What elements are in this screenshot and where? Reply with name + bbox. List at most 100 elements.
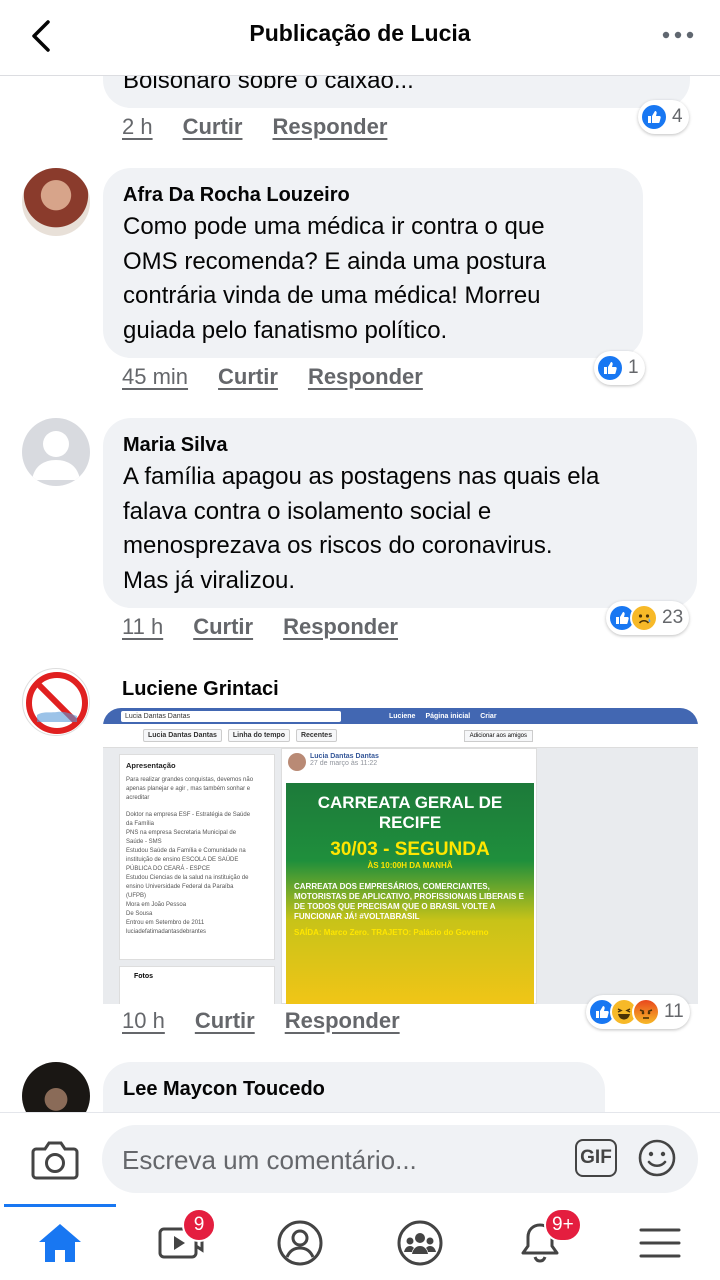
intro-line: Saúde - SMS [126, 839, 162, 845]
comment-line: menosprezava os riscos do coronavirus. [123, 532, 553, 559]
like-button[interactable]: Curtir [193, 614, 253, 640]
comment-time[interactable]: 2 h [122, 114, 153, 140]
groups-icon[interactable] [395, 1218, 445, 1268]
reaction-count: 4 [672, 106, 683, 127]
intro-line: ensino Universidade Federal da Paraíba [126, 884, 234, 890]
reply-button[interactable]: Responder [285, 1008, 400, 1034]
intro-line: da Família [126, 821, 155, 827]
comment-bubble[interactable]: Maria Silva A família apagou as postagen… [103, 418, 697, 608]
fb-tab: Lucia Dantas Dantas [143, 729, 222, 742]
reactions-summary[interactable]: 4 [638, 100, 689, 134]
fb-photos-card: Fotos [119, 966, 275, 1004]
more-options-icon[interactable] [658, 20, 698, 50]
avatar[interactable] [22, 168, 90, 236]
home-icon[interactable] [35, 1218, 85, 1268]
comment-time[interactable]: 11 h [122, 614, 163, 640]
poster-exit: SAÍDA: Marco Zero. TRAJETO: Palácio do G… [294, 928, 489, 937]
like-button[interactable]: Curtir [195, 1008, 255, 1034]
profile-icon[interactable] [275, 1218, 325, 1268]
bottom-tab-bar: 9 9+ [0, 1204, 720, 1280]
comment-line: falava contra o isolamento social e [123, 497, 492, 525]
intro-line: luciadefatimadantasdebrantes [126, 929, 207, 935]
poster-body: CARREATA DOS EMPRESÁRIOS, COMERCIANTES, … [294, 882, 524, 921]
prohibited-sign-icon [26, 672, 88, 734]
intro-line: Estudou Ciencias de la salud na institui… [126, 875, 249, 881]
like-button[interactable]: Curtir [183, 114, 243, 140]
gif-button[interactable]: GIF [575, 1139, 617, 1177]
active-tab-indicator [4, 1204, 116, 1207]
fb-top-bar: Lucia Dantas Dantas Luciene Página inici… [103, 708, 698, 724]
camera-icon[interactable] [30, 1137, 80, 1183]
avatar[interactable] [22, 1062, 90, 1112]
intro-line: Para realizar grandes conquistas, devemo… [126, 777, 254, 783]
comment-author[interactable]: Maria Silva [123, 434, 228, 457]
comment-bubble[interactable]: Bolsonaro sobre o caixão... [103, 76, 690, 108]
comment-time[interactable]: 45 min [122, 364, 188, 390]
poster-date: 30/03 - SEGUNDA [330, 839, 490, 860]
fb-post-avatar [288, 753, 306, 771]
comment-bubble[interactable]: Lee Maycon Toucedo [103, 1062, 605, 1112]
fb-search: Lucia Dantas Dantas [121, 710, 341, 722]
intro-line: Entrou em Setembro de 2011 [126, 920, 205, 926]
comment-line: Como pode uma médica ir contra o que [123, 213, 545, 240]
menu-icon[interactable] [635, 1218, 685, 1268]
comment-actions: 11 h Curtir Responder [122, 614, 398, 640]
avatar[interactable] [22, 418, 90, 486]
fb-post-author: Lucia Dantas Dantas [310, 753, 379, 760]
comment-line: OMS recomenda? E ainda uma postura [123, 247, 546, 275]
emoji-icon[interactable] [637, 1138, 677, 1178]
comment-actions: 10 h Curtir Responder [122, 1008, 400, 1034]
fb-tab: Linha do tempo [227, 729, 290, 742]
like-reaction-icon [640, 103, 668, 131]
fb-tab: Recentes [295, 729, 338, 742]
intro-line: acreditar [126, 795, 150, 801]
intro-line: instituição de ensino ESCOLA DE SAÚDE [126, 857, 239, 863]
page-title: Publicação de Lucia [249, 20, 471, 46]
reaction-count: 23 [662, 607, 684, 628]
reactions-summary[interactable]: 1 [594, 351, 645, 385]
angry-reaction-icon [632, 998, 660, 1026]
comment-line: Mas já viralizou. [123, 566, 296, 594]
comment-author[interactable]: Lee Maycon Toucedo [123, 1078, 325, 1101]
intro-line: (UFPB) [126, 893, 146, 899]
default-avatar-icon [32, 431, 80, 480]
like-button[interactable]: Curtir [218, 364, 278, 390]
fb-nav-item: Página inicial [425, 712, 471, 720]
comment-actions: 45 min Curtir Responder [122, 364, 423, 390]
comment-line: contrária vinda de uma médica! Morreu [123, 282, 541, 309]
intro-line: apenas planejar e agir , mas também sonh… [126, 786, 251, 792]
fb-post-header: Lucia Dantas Dantas 27 de março às 11:22 [282, 749, 536, 779]
reply-button[interactable]: Responder [283, 614, 398, 640]
comment-time[interactable]: 10 h [122, 1008, 165, 1034]
reaction-count: 1 [628, 357, 639, 378]
comment-author[interactable]: Afra Da Rocha Louzeiro [123, 184, 350, 207]
comment-text: A família apagou as postagens nas quais … [123, 460, 599, 598]
reply-button[interactable]: Responder [272, 114, 387, 140]
comment-line: guiada pelo fanatismo político. [123, 316, 448, 344]
fb-nav-item: Luciene [389, 712, 416, 720]
comment-text: Como pode uma médica ir contra o que OMS… [123, 210, 546, 348]
top-bar: Publicação de Lucia [0, 0, 720, 76]
comments-feed[interactable]: Bolsonaro sobre o caixão... 2 h Curtir R… [0, 76, 720, 1112]
comment-line: A família apagou as postagens nas quais … [123, 463, 600, 490]
like-reaction-icon [596, 354, 624, 382]
comment-text: Bolsonaro sobre o caixão... [123, 76, 414, 94]
comment-author[interactable]: Luciene Grintaci [122, 678, 279, 701]
avatar[interactable] [22, 668, 90, 736]
poster-title: CARREATA GERAL DE RECIFE [317, 793, 503, 832]
comment-image[interactable]: Lucia Dantas Dantas Luciene Página inici… [103, 708, 698, 1004]
reply-button[interactable]: Responder [308, 364, 423, 390]
reactions-summary[interactable]: 23 [606, 601, 690, 635]
fb-nav: Luciene Página inicial Criar [389, 713, 497, 720]
poster-time: ÀS 10:00H DA MANHÃ [367, 861, 453, 870]
intro-line: Doktor na empresa ESF - Estratégia de Sa… [126, 812, 251, 818]
comment-bubble[interactable]: Afra Da Rocha Louzeiro Como pode uma méd… [103, 168, 643, 358]
intro-line: PÚBLICA DO CEARÁ - ESPCE [126, 866, 211, 872]
fb-post-date: 27 de março às 11:22 [310, 760, 378, 767]
poster-image: CARREATA GERAL DE RECIFE 30/03 - SEGUNDA… [286, 783, 534, 1004]
notifications-badge: 9+ [544, 1208, 582, 1242]
intro-line: PNS na empresa Secretaria Municipal de [126, 830, 237, 836]
reactions-summary[interactable]: 11 [586, 995, 690, 1029]
intro-line: Estudou Saúde da Família e Comunidade na [126, 848, 246, 854]
fb-add-friend: Adicionar aos amigos [463, 730, 533, 742]
